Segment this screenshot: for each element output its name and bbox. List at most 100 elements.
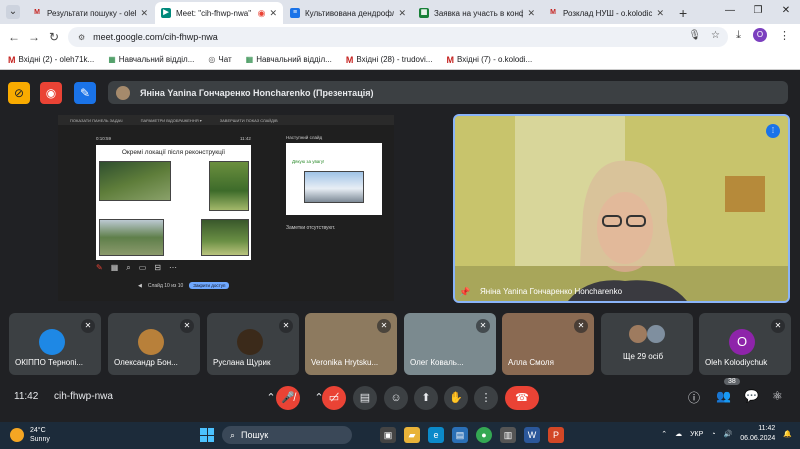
prev-slide-icon[interactable]: ◀ [138, 283, 142, 289]
participant-tile[interactable]: ✕ Veronika Hrytsku... [305, 313, 397, 375]
edit-button[interactable]: ✎ [74, 82, 96, 104]
pen-icon[interactable]: ✎ [96, 263, 103, 273]
camera-off-button[interactable]: ▭̸ [322, 386, 346, 410]
tab-3[interactable]: ▦ Заявка на участь в конфер...✕ [413, 2, 541, 24]
new-tab-button[interactable]: + [671, 2, 695, 24]
reload-icon[interactable]: ↻ [44, 30, 64, 44]
bookmark-item[interactable]: M Вхідні (28) - trudovi... [346, 55, 433, 65]
site-info-icon[interactable]: ⚙ [78, 33, 85, 42]
stop-sharing-button[interactable]: Закрити доступ [189, 282, 230, 289]
meet-icon: ▶ [161, 8, 171, 18]
bookmark-item[interactable]: M Вхідні (2) - oleh71k... [8, 55, 94, 65]
participant-tile[interactable]: ✕ Олександр Бон... [108, 313, 200, 375]
bookmark-item[interactable]: ▦ Навчальний відділ... [108, 55, 194, 64]
close-window-icon[interactable]: ✕ [772, 0, 800, 22]
raise-hand-button[interactable]: ✋ [444, 386, 468, 410]
restore-icon[interactable]: ❐ [744, 0, 772, 22]
profile-avatar[interactable]: O [753, 28, 767, 42]
record-button[interactable]: ◉ [40, 82, 62, 104]
minimize-icon[interactable]: — [716, 0, 744, 22]
network-icon[interactable]: ☁ [675, 430, 682, 438]
stop-presenting-button[interactable]: ⊘ [8, 82, 30, 104]
bookmark-star-icon[interactable]: ☆ [711, 30, 720, 41]
bookmark-item[interactable]: M Вхідні (7) - o.kolodi... [446, 55, 532, 65]
info-icon[interactable]: ⓘ [688, 389, 700, 406]
people-count-badge: 38 [724, 378, 740, 385]
tab-bar: ⌄ M Результати пошуку - oleh71k... ✕ ▶ Meet… [0, 0, 800, 24]
participant-tile[interactable]: ✕ ОКІППО Тернопі... [9, 313, 101, 375]
more-icon[interactable]: ⋯ [169, 263, 177, 273]
tab-search-button[interactable]: ⌄ [6, 5, 20, 19]
tab-title: Культивована дендрофлор... [305, 8, 395, 18]
back-icon[interactable]: ← [4, 30, 24, 44]
screen-icon[interactable]: ▭ [139, 263, 147, 273]
gmail-icon: M [34, 9, 40, 16]
taskbar-clock[interactable]: 11:42 06.06.2024 [740, 424, 775, 444]
menu-icon[interactable]: ⋮ [779, 29, 790, 42]
grid-icon[interactable]: ▦ [111, 263, 119, 273]
edge-icon[interactable]: e [428, 427, 444, 443]
close-icon[interactable]: ✕ [269, 8, 277, 19]
participant-tile[interactable]: ✕ Руслана Щурик [207, 313, 299, 375]
volume-icon[interactable]: 🔊 [724, 430, 733, 438]
more-participants-tile[interactable]: Ще 29 осіб [601, 313, 693, 375]
close-icon[interactable]: ✕ [140, 8, 148, 19]
forward-icon[interactable]: → [24, 30, 44, 44]
app-icon[interactable]: ▥ [500, 427, 516, 443]
word-icon[interactable]: W [524, 427, 540, 443]
bookmark-item[interactable]: ▦ Навчальний відділ... [246, 55, 332, 64]
notifications-icon[interactable]: 🔔 [783, 430, 792, 438]
taskbar-search[interactable]: ⌕ Пошук [222, 426, 352, 444]
weather-widget[interactable]: 24°C Sunny [10, 426, 50, 444]
people-icon[interactable]: 👥 [716, 389, 731, 403]
meeting-code: cih-fhwp-nwa [54, 391, 113, 402]
tab-4[interactable]: M Розклад НУШ - o.kolodich...✕ [542, 2, 670, 24]
tab-2[interactable]: ≡ Культивована дендрофлор...✕ [284, 2, 412, 24]
close-icon[interactable]: ✕ [398, 8, 406, 19]
header-item: ПАРАМЕТРИ ВІДОБРАЖЕННЯ ▾ [140, 117, 202, 123]
tab-1[interactable]: ▶ Meet: "cih-fhwp-nwa" ◉ ✕ [155, 2, 283, 24]
slide-timer: 0:10:59 [96, 136, 112, 141]
chat-icon[interactable]: 💬 [744, 389, 759, 403]
participant-name: Veronika Hrytsku... [311, 358, 379, 367]
close-icon[interactable]: ✕ [527, 8, 535, 19]
photo-park-2 [209, 161, 249, 211]
bookmark-label: Навчальний відділ... [256, 55, 332, 64]
search-label: Пошук [241, 430, 269, 440]
leave-call-button[interactable]: ☎ [505, 386, 539, 410]
powerpoint-icon[interactable]: P [548, 427, 564, 443]
store-icon[interactable]: ▤ [452, 427, 468, 443]
task-view-icon[interactable]: ▣ [380, 427, 396, 443]
file-explorer-icon[interactable]: ▰ [404, 427, 420, 443]
windows-start-icon[interactable] [200, 428, 214, 442]
gmail-icon: M [550, 9, 556, 16]
chevron-up-icon[interactable]: ⌃ [661, 430, 667, 438]
avatar [629, 325, 647, 343]
avatar: O [729, 329, 755, 355]
close-icon[interactable]: ✕ [656, 8, 664, 19]
next-slide-preview: Дякую за увагу! [286, 143, 382, 215]
mic-off-icon: ✕ [771, 319, 785, 333]
subtitles-icon[interactable]: ⊟ [154, 263, 161, 273]
captions-button[interactable]: ▤ [353, 386, 377, 410]
mic-off-button[interactable]: 🎤̸ [276, 386, 300, 410]
activities-icon[interactable]: ⚛ [772, 389, 783, 403]
participant-tile[interactable]: ✕ Алла Смоля [502, 313, 594, 375]
bookmark-item[interactable]: ◎ Чат [208, 55, 231, 64]
participant-tile[interactable]: ✕ Олег Коваль... [404, 313, 496, 375]
zoom-icon[interactable]: ⌕ [126, 263, 130, 273]
mic-off-icon: ✕ [476, 319, 490, 333]
address-bar[interactable]: ⚙ meet.google.com/cih-fhwp-nwa 🎙 ☆ [68, 27, 728, 47]
chrome-icon[interactable]: ● [476, 427, 492, 443]
participant-tile[interactable]: O ✕ Oleh Kolodiychuk [699, 313, 791, 375]
slide-navigation: ◀ Слайд 10 из 10 Закрити доступ [138, 282, 230, 289]
present-button[interactable]: ⬆ [414, 386, 438, 410]
lang-indicator[interactable]: УКР [690, 431, 703, 438]
download-icon[interactable]: ⤓ [736, 29, 741, 42]
more-options-button[interactable]: ⋮ [474, 386, 498, 410]
pin-icon[interactable]: 📌 [459, 287, 470, 298]
microphone-icon[interactable]: 🎙 [688, 30, 701, 41]
tab-0[interactable]: M Результати пошуку - oleh71k... ✕ [26, 2, 154, 24]
wifi-icon[interactable]: ◔ [711, 431, 715, 438]
reactions-button[interactable]: ☺ [384, 386, 408, 410]
